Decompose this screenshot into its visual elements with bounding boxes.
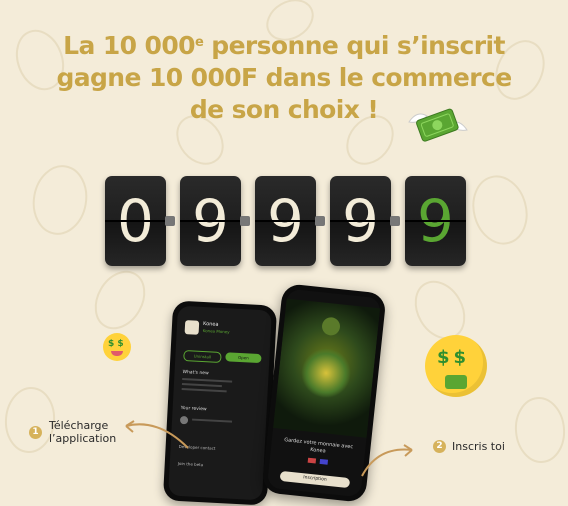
- step-2-number: 2: [433, 440, 446, 453]
- headline: La 10 000e personne qui s’inscrit gagne …: [0, 30, 568, 126]
- headline-part2: personne qui s’inscrit: [203, 31, 505, 60]
- phone-app-store: Konea Konea Money Uninstall Open What's …: [162, 300, 278, 506]
- counter-digit: 0: [105, 176, 166, 266]
- step-1-label: Télécharge l’application: [49, 419, 116, 445]
- headline-part1: La 10 000: [63, 31, 195, 60]
- arrow-icon: [361, 444, 413, 477]
- counter-digit: 9: [180, 176, 241, 266]
- money-face-emoji-icon: $$: [425, 335, 487, 397]
- open-button[interactable]: Open: [225, 352, 262, 364]
- join-beta: Join the beta: [177, 460, 204, 468]
- counter-digit: 9: [330, 176, 391, 266]
- step-1-line1: Télécharge: [49, 419, 109, 432]
- splash-tagline: Gardez votre monnaie avec Konea: [283, 437, 354, 455]
- countdown-counter: 0 9 9 9 9: [105, 176, 470, 268]
- step-1-number: 1: [29, 426, 42, 439]
- money-face-emoji-small-icon: $ $: [103, 333, 131, 361]
- headline-line-2: gagne 10 000F dans le commerce: [56, 63, 512, 92]
- flying-money-icon: [408, 108, 468, 142]
- arrow-icon: [125, 420, 189, 449]
- uninstall-button[interactable]: Uninstall: [183, 350, 222, 364]
- counter-digit: 9: [255, 176, 316, 266]
- signup-button[interactable]: Inscription: [279, 470, 351, 489]
- whats-new: What's new: [182, 370, 209, 377]
- headline-sup: e: [194, 35, 204, 50]
- step-2-label: Inscris toi: [452, 440, 505, 453]
- app-name: Konea: [202, 321, 219, 328]
- headline-line-1: La 10 000e personne qui s’inscrit: [0, 30, 568, 62]
- your-review: Your review: [180, 405, 207, 413]
- app-sub: Konea Money: [202, 328, 230, 335]
- step-1-line2: l’application: [49, 432, 117, 445]
- headline-line-3: de son choix !: [189, 95, 379, 124]
- counter-digit-highlight: 9: [405, 176, 466, 266]
